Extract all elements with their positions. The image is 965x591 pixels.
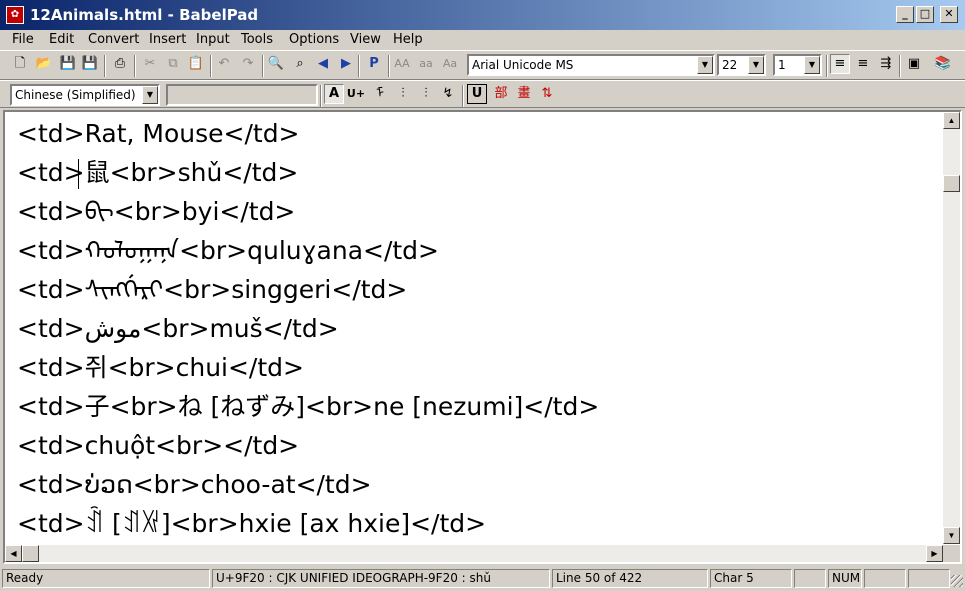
undo-icon[interactable]: ↶ (214, 54, 234, 74)
find-icon[interactable]: 🔍 (266, 54, 286, 74)
rotate-text-icon[interactable]: ↯ (438, 84, 458, 104)
lowercase-button[interactable]: aa (416, 54, 436, 74)
redo-icon[interactable]: ↷ (238, 54, 258, 74)
align-right-icon[interactable]: ≡ (853, 54, 873, 74)
vertical-mongolian-icon[interactable]: ᠮ (370, 84, 390, 104)
input-method-field[interactable] (166, 84, 318, 106)
text-caret (78, 159, 79, 189)
vertical-scrollbar[interactable]: ▲ ▼ (943, 112, 960, 544)
horizontal-scroll-thumb[interactable] (22, 545, 39, 562)
font-size-select[interactable]: 22 ▼ (717, 54, 766, 76)
line-spacing-value: 1 (778, 58, 786, 72)
menu-edit[interactable]: Edit (49, 31, 74, 49)
menu-file[interactable]: File (12, 31, 34, 49)
font-button[interactable]: A (324, 84, 344, 104)
font-size-value: 22 (722, 58, 738, 72)
line-spacing-select[interactable]: 1 ▼ (773, 54, 822, 76)
justify-icon[interactable]: ⇶ (876, 54, 896, 74)
status-line-info: Line 50 of 422 (552, 569, 708, 588)
text-line[interactable]: <td>鼠<br>shǔ</td> (17, 154, 298, 192)
uppercase-button[interactable]: AA (392, 54, 412, 74)
reverse-text-icon[interactable]: ⇅ (537, 84, 557, 104)
unicode-box-button[interactable]: U (467, 84, 487, 104)
scroll-down-icon[interactable]: ▼ (943, 527, 960, 544)
text-line[interactable]: <td>ᠪᠢ<br>byi</td> (17, 193, 295, 231)
save-all-icon[interactable]: 💾 (80, 54, 100, 74)
chevron-down-icon[interactable]: ▼ (142, 86, 158, 104)
copy-icon[interactable]: ⧉ (163, 54, 183, 74)
status-empty-1 (794, 569, 826, 588)
title-bar[interactable]: ✿ 12Animals.html - BabelPad _ □ ✕ (0, 0, 965, 30)
stroke-icon[interactable]: 畫 (514, 84, 534, 104)
unicode-input-button[interactable]: U+ (346, 84, 366, 104)
language-value: Chinese (Simplified) (15, 88, 136, 102)
chevron-down-icon[interactable]: ▼ (748, 56, 764, 74)
text-line[interactable]: <td>Rat, Mouse</td> (17, 115, 300, 153)
resize-grip-icon[interactable] (951, 575, 963, 587)
status-state: Ready (2, 569, 210, 588)
status-bar: Ready U+9F20 : CJK UNIFIED IDEOGRAPH-9F2… (0, 568, 965, 589)
text-line[interactable]: <td>쥐<br>chui</td> (17, 349, 304, 387)
font-name-select[interactable]: Arial Unicode MS ▼ (467, 54, 715, 76)
vertical-text-alt-icon[interactable]: ⫶ (416, 84, 436, 104)
status-empty-2 (864, 569, 906, 588)
text-line[interactable]: <td>ꀉ [ꀊꑟ]<br>hxie [ax hxie]</td> (17, 505, 486, 543)
arrow-left-icon[interactable]: ◀ (313, 54, 333, 74)
minimize-button[interactable]: _ (896, 6, 914, 23)
chevron-down-icon[interactable]: ▼ (697, 56, 713, 74)
scroll-left-icon[interactable]: ◀ (5, 545, 22, 562)
status-char-info: U+9F20 : CJK UNIFIED IDEOGRAPH-9F20 : sh… (212, 569, 550, 588)
scroll-thumb[interactable] (943, 175, 960, 192)
open-folder-icon[interactable]: 📂 (34, 54, 54, 74)
paste-icon[interactable]: 📋 (186, 54, 206, 74)
text-line[interactable]: <td>子<br>ね [ねずみ]<br>ne [nezumi]</td> (17, 388, 599, 426)
paragraph-button[interactable]: P (364, 54, 384, 74)
babelpad-logo-icon[interactable]: ✿ (6, 6, 24, 24)
chevron-down-icon[interactable]: ▼ (804, 56, 820, 74)
close-button[interactable]: ✕ (940, 6, 958, 23)
language-toolbar: Chinese (Simplified) ▼ A U+ ᠮ ⫶ ⫶ ↯ U 部 … (0, 80, 965, 108)
save-icon[interactable]: 💾 (58, 54, 78, 74)
titlecase-button[interactable]: Aa (440, 54, 460, 74)
arrow-right-icon[interactable]: ▶ (336, 54, 356, 74)
menu-bar: File Edit Convert Insert Input Tools Opt… (0, 30, 965, 50)
menu-tools[interactable]: Tools (241, 31, 273, 49)
menu-convert[interactable]: Convert (88, 31, 139, 49)
scroll-up-icon[interactable]: ▲ (943, 112, 960, 129)
status-char-pos: Char 5 (710, 569, 792, 588)
text-line[interactable]: <td>chuột<br></td> (17, 427, 299, 465)
books-icon[interactable]: 📚 (933, 54, 953, 74)
menu-help[interactable]: Help (393, 31, 423, 49)
maximize-button[interactable]: □ (916, 6, 934, 23)
font-name-value: Arial Unicode MS (472, 58, 574, 72)
find-replace-icon[interactable]: ⌕ (290, 54, 310, 74)
window-title: 12Animals.html - BabelPad (30, 6, 259, 24)
text-line[interactable]: <td>موش<br>muš</td> (17, 310, 339, 348)
text-line[interactable]: <td>ᠰᡳᠩᡤᡝᡵᡳ<br>singgeri</td> (17, 271, 407, 309)
menu-options[interactable]: Options (289, 31, 339, 49)
text-editor[interactable]: <td>Rat, Mouse</td> <td>鼠<br>shǔ</td> <t… (3, 110, 962, 564)
print-icon[interactable]: ⎙ (110, 54, 130, 74)
menu-view[interactable]: View (350, 31, 381, 49)
text-line[interactable]: <td>ບ່ວດ<br>choo-at</td> (17, 466, 372, 504)
vertical-text-icon[interactable]: ⫶ (393, 84, 413, 104)
menu-input[interactable]: Input (196, 31, 230, 49)
menu-insert[interactable]: Insert (149, 31, 186, 49)
cut-icon[interactable]: ✂ (140, 54, 160, 74)
horizontal-scrollbar[interactable]: ◀ ▶ (5, 545, 943, 562)
align-left-icon[interactable]: ≡ (830, 54, 850, 74)
status-empty-3 (908, 569, 950, 588)
text-line[interactable]: <td>ᠬᠤᠯᠤᠭᠠᠨᠠ<br>quluɣana</td> (17, 232, 439, 270)
status-num: NUM (828, 569, 862, 588)
main-toolbar: 🗋 📂 💾 💾 ⎙ ✂ ⧉ 📋 ↶ ↷ 🔍 ⌕ ◀ ▶ P AA aa Aa A… (0, 50, 965, 80)
language-select[interactable]: Chinese (Simplified) ▼ (10, 84, 160, 106)
new-file-icon[interactable]: 🗋 (10, 54, 30, 74)
radical-icon[interactable]: 部 (491, 84, 511, 104)
scroll-right-icon[interactable]: ▶ (926, 545, 943, 562)
scroll-corner (943, 545, 960, 562)
properties-icon[interactable]: ▣ (904, 54, 924, 74)
